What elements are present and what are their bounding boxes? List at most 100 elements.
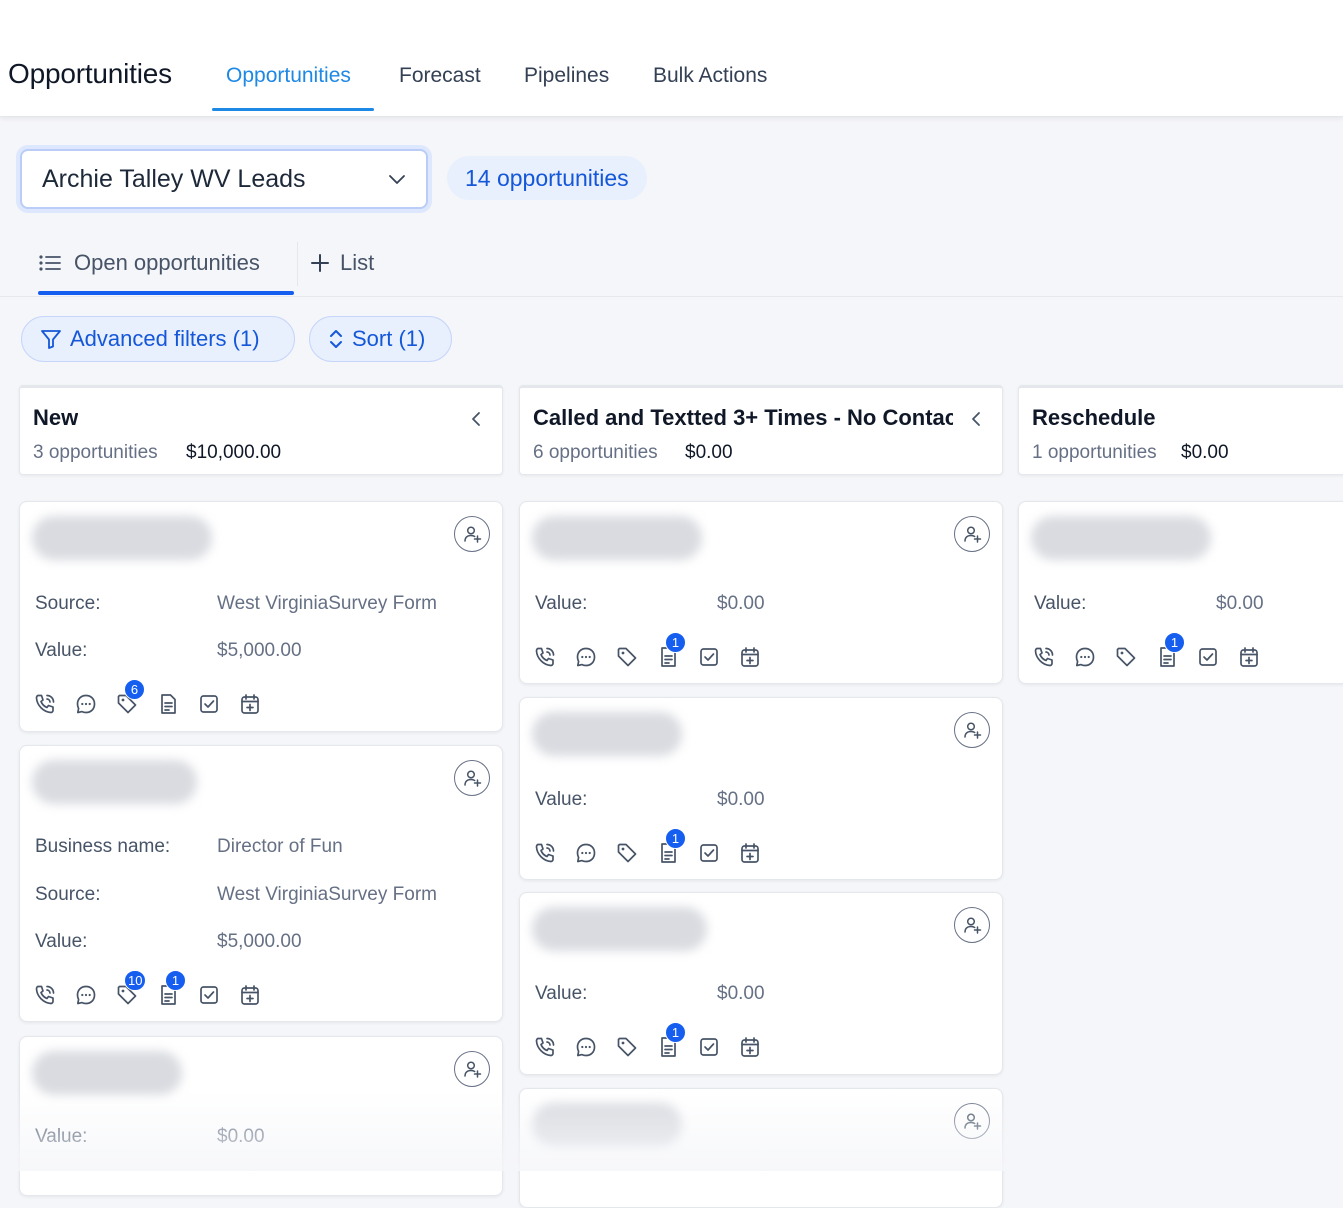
column-title: New (33, 405, 79, 430)
phone-icon (533, 645, 557, 669)
tags-button[interactable] (614, 1034, 639, 1060)
tab-bulk-actions[interactable]: Bulk Actions (653, 64, 767, 88)
tasks-button[interactable] (696, 840, 721, 866)
call-button[interactable] (532, 644, 557, 670)
column-title: Called and Textted 3+ Times - No Contact (533, 405, 953, 430)
task-icon (697, 1035, 721, 1059)
call-button[interactable] (32, 982, 57, 1008)
notes-button[interactable]: 1 (655, 828, 686, 866)
field-value-business-name: Director of Fun (217, 836, 343, 857)
tag-count-badge: 10 (124, 970, 147, 991)
tags-button[interactable] (614, 644, 639, 670)
contact-name-redacted (1031, 516, 1211, 560)
calendar-plus-icon (1237, 645, 1261, 669)
column-count: 6 opportunities (533, 442, 658, 463)
opportunity-card[interactable] (519, 1088, 1003, 1208)
assign-user-button[interactable] (454, 516, 490, 552)
message-button[interactable] (573, 644, 598, 670)
field-label-value: Value: (535, 593, 588, 614)
note-count-badge: 1 (1164, 632, 1185, 653)
opportunity-card[interactable]: Business name: Director of Fun Source: W… (19, 745, 503, 1022)
card-actions: 6 (32, 679, 262, 717)
message-button[interactable] (573, 1034, 598, 1060)
chat-icon (574, 841, 598, 865)
assign-user-button[interactable] (954, 712, 990, 748)
phone-icon (33, 692, 57, 716)
appointment-button[interactable] (237, 982, 262, 1008)
add-list-button[interactable]: List (310, 250, 374, 276)
notes-button[interactable]: 1 (655, 632, 686, 670)
tags-button[interactable] (614, 840, 639, 866)
appointment-button[interactable] (737, 840, 762, 866)
message-button[interactable] (73, 691, 98, 717)
notes-button[interactable]: 1 (1154, 632, 1185, 670)
call-button[interactable] (1031, 644, 1056, 670)
phone-icon (533, 1035, 557, 1059)
call-button[interactable] (532, 840, 557, 866)
pipeline-select[interactable]: Archie Talley WV Leads (20, 149, 428, 209)
field-label-value: Value: (35, 640, 88, 661)
tab-pipelines[interactable]: Pipelines (524, 64, 609, 88)
opportunity-card[interactable]: Value: $0.00 (19, 1036, 503, 1196)
assign-user-button[interactable] (954, 516, 990, 552)
opportunity-card[interactable]: Value: $0.00 1 (519, 501, 1003, 684)
call-button[interactable] (532, 1034, 557, 1060)
contact-name-redacted (532, 1103, 682, 1147)
appointment-button[interactable] (237, 691, 262, 717)
assign-user-button[interactable] (954, 1103, 990, 1139)
chat-icon (74, 692, 98, 716)
assign-user-button[interactable] (454, 1051, 490, 1087)
opportunity-card[interactable]: Source: West VirginiaSurvey Form Value: … (19, 501, 503, 732)
assign-user-button[interactable] (954, 907, 990, 943)
add-list-label: List (340, 250, 375, 275)
field-value-value: $0.00 (717, 593, 765, 614)
advanced-filters-button[interactable]: Advanced filters (1) (21, 316, 295, 362)
tasks-button[interactable] (696, 644, 721, 670)
field-label-source: Source: (35, 593, 101, 614)
calendar-plus-icon (738, 1035, 762, 1059)
pipeline-select-value: Archie Talley WV Leads (42, 164, 306, 193)
column-amount: $0.00 (685, 442, 733, 463)
tasks-button[interactable] (696, 1034, 721, 1060)
opportunity-card[interactable]: Value: $0.00 1 (519, 892, 1003, 1075)
appointment-button[interactable] (737, 1034, 762, 1060)
tasks-button[interactable] (196, 982, 221, 1008)
call-button[interactable] (32, 691, 57, 717)
contact-name-redacted (32, 516, 212, 560)
card-actions: 1 (532, 828, 762, 866)
tags-button[interactable]: 10 (114, 970, 147, 1008)
view-tabs: Open opportunities List (0, 234, 1343, 297)
tab-forecast[interactable]: Forecast (399, 64, 481, 88)
notes-button[interactable] (155, 691, 180, 717)
opportunity-card[interactable]: Value: $0.00 1 (1018, 501, 1343, 684)
note-count-badge: 1 (665, 632, 686, 653)
appointment-button[interactable] (1236, 644, 1261, 670)
calendar-plus-icon (238, 692, 262, 716)
message-button[interactable] (1072, 644, 1097, 670)
calendar-plus-icon (238, 983, 262, 1007)
tag-icon (615, 1035, 639, 1059)
contact-name-redacted (32, 760, 197, 804)
tags-button[interactable]: 6 (114, 679, 145, 717)
tasks-button[interactable] (1195, 644, 1220, 670)
message-button[interactable] (573, 840, 598, 866)
appointment-button[interactable] (737, 644, 762, 670)
notes-button[interactable]: 1 (655, 1022, 686, 1060)
sort-button[interactable]: Sort (1) (309, 316, 452, 362)
tab-opportunities[interactable]: Opportunities (226, 64, 351, 88)
message-button[interactable] (73, 982, 98, 1008)
field-label-value: Value: (35, 931, 88, 952)
tag-count-badge: 6 (124, 679, 145, 700)
assign-user-button[interactable] (454, 760, 490, 796)
tab-open-opportunities[interactable]: Open opportunities (38, 250, 260, 276)
opportunity-card[interactable]: Value: $0.00 1 (519, 697, 1003, 880)
chat-icon (574, 1035, 598, 1059)
field-value-value: $0.00 (217, 1126, 265, 1147)
tags-button[interactable] (1113, 644, 1138, 670)
tasks-button[interactable] (196, 691, 221, 717)
user-plus-icon (962, 524, 982, 544)
chevron-left-icon[interactable] (970, 410, 982, 428)
chevron-left-icon[interactable] (470, 410, 482, 428)
tag-icon (1114, 645, 1138, 669)
notes-button[interactable]: 1 (155, 970, 186, 1008)
